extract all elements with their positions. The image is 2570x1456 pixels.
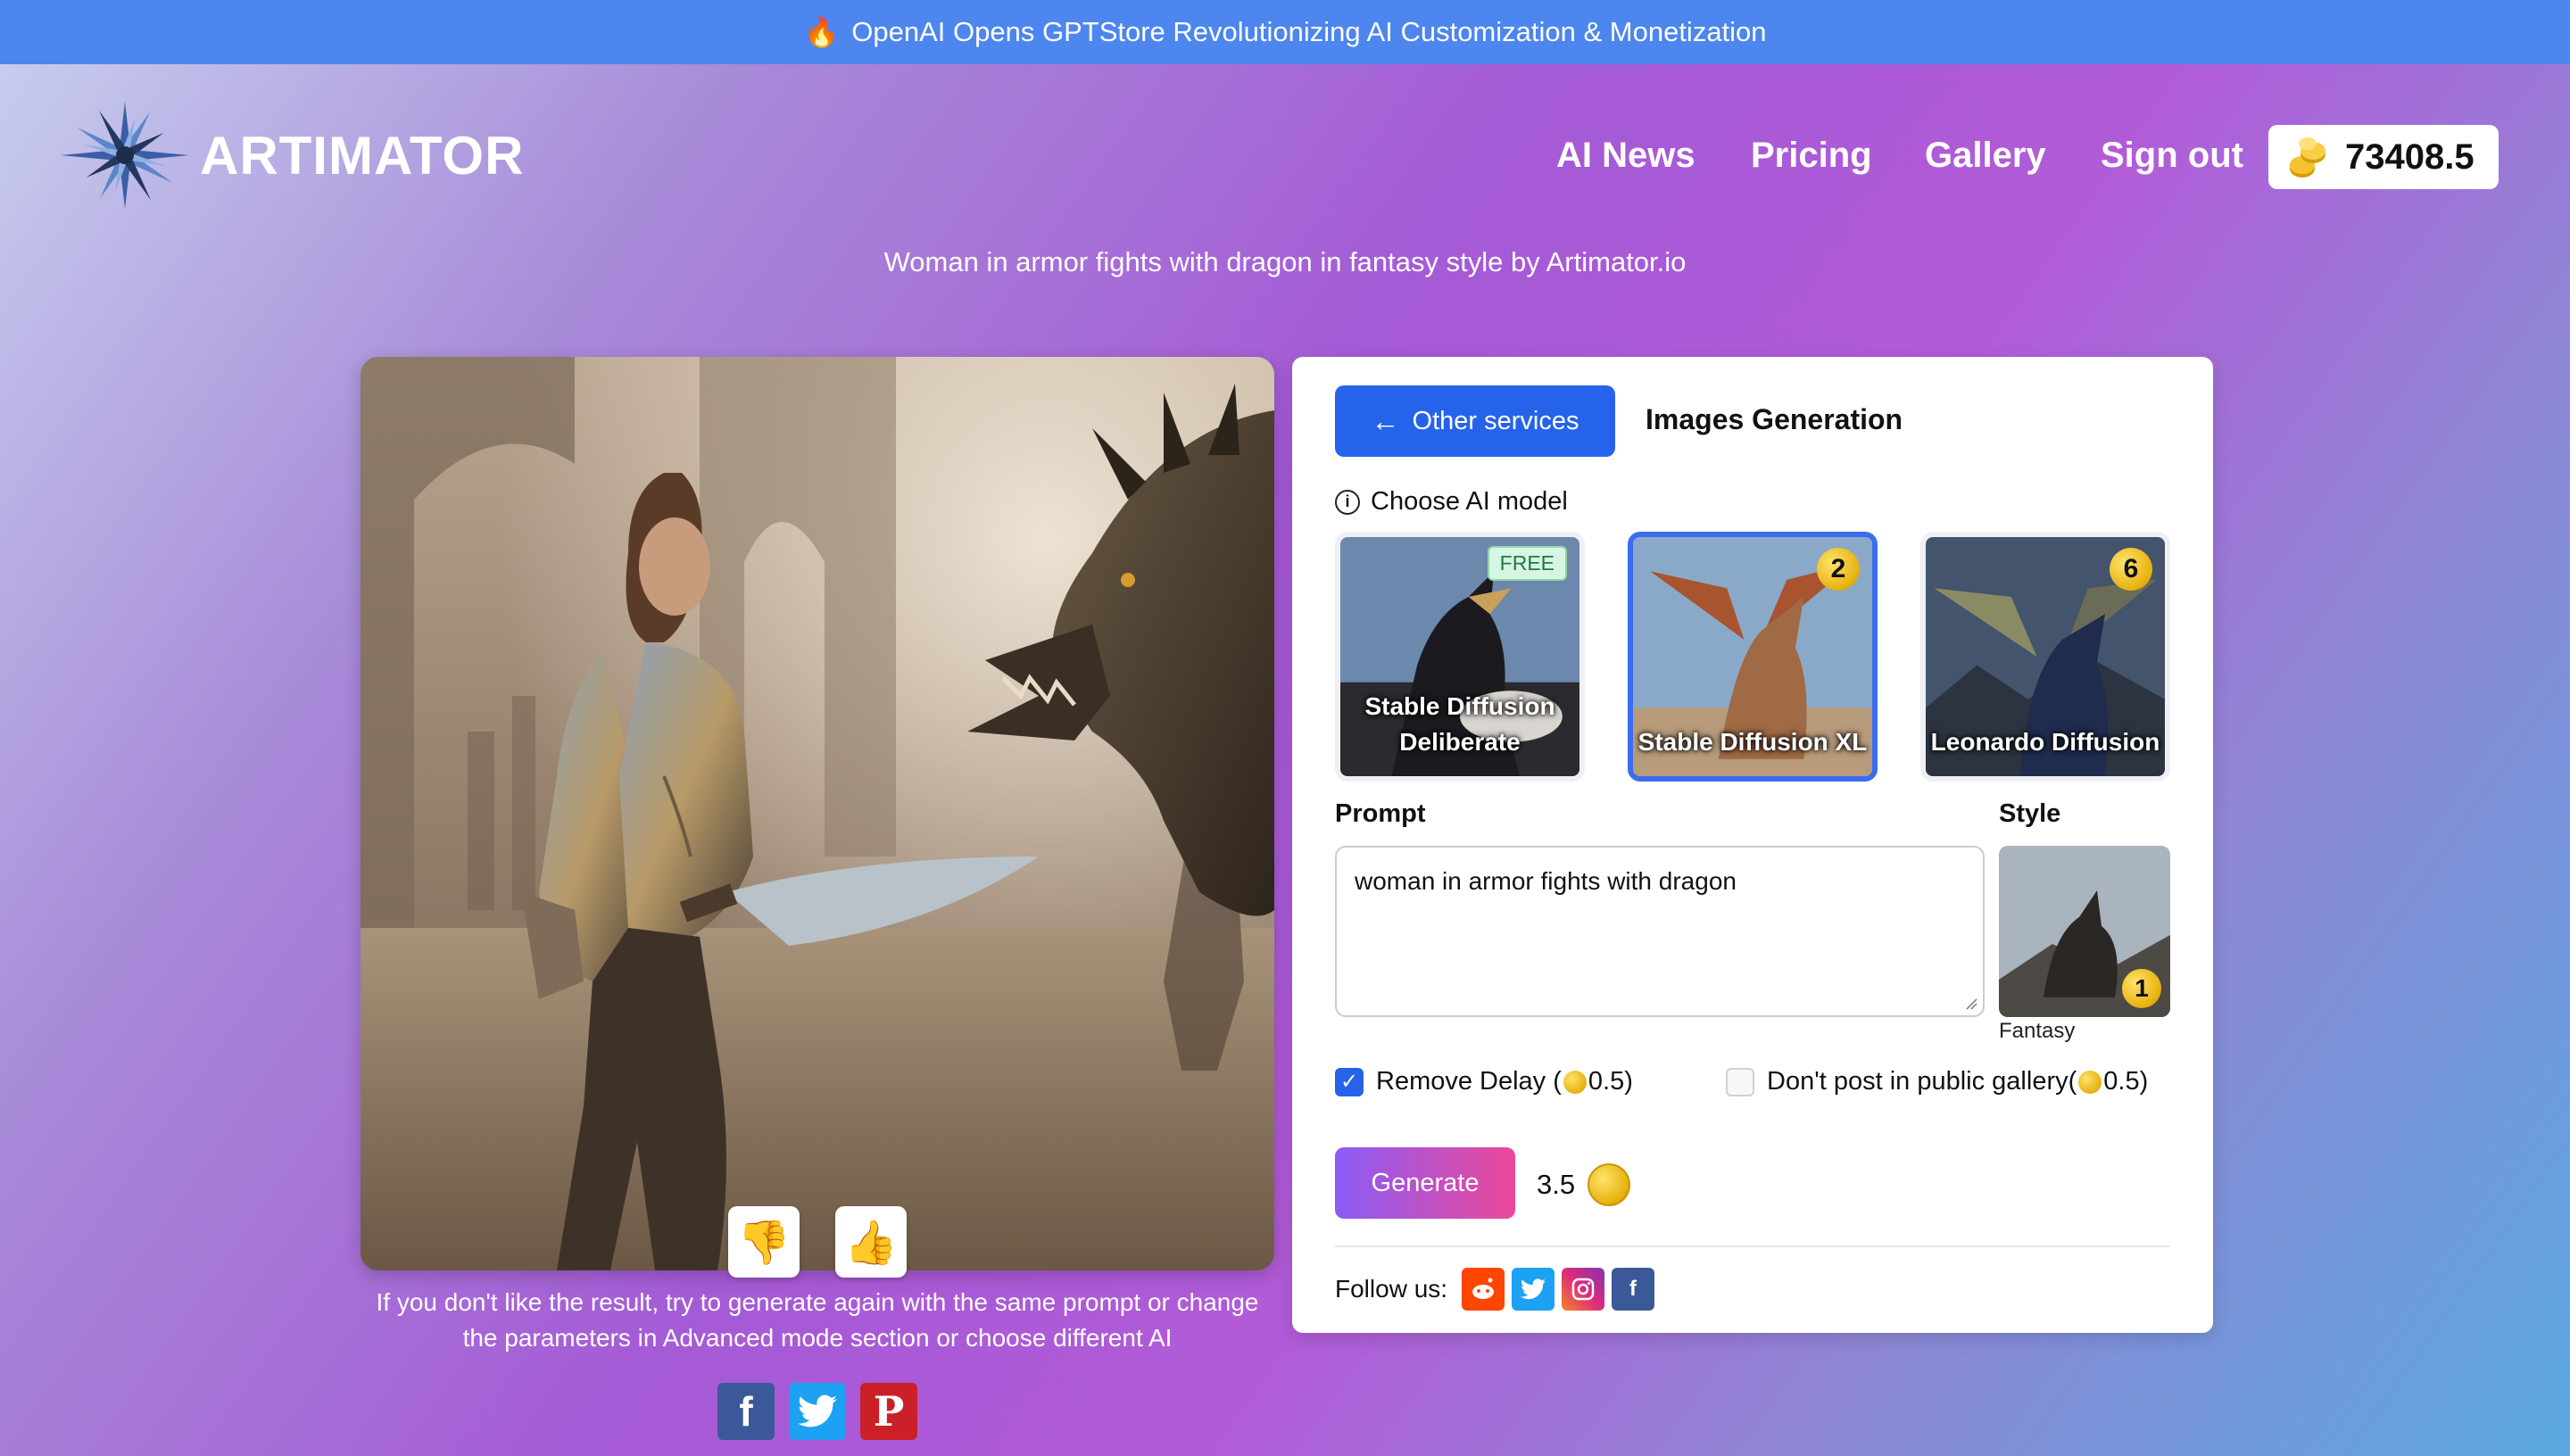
nav-ai-news[interactable]: AI News	[1556, 136, 1695, 176]
no-public-gallery-option[interactable]: Don't post in public gallery( 0.5)	[1726, 1067, 2148, 1096]
thumbs-up-icon: 👍	[844, 1219, 898, 1267]
model-badge-free: FREE	[1487, 546, 1567, 581]
other-services-button[interactable]: ← Other services	[1335, 385, 1615, 457]
resize-handle-icon[interactable]	[1965, 997, 1977, 1010]
no-public-label-post: 0.5)	[2103, 1067, 2149, 1096]
style-card-fantasy[interactable]: 1	[1999, 846, 2170, 1017]
announcement-text: OpenAI Opens GPTStore Revolutionizing AI…	[851, 16, 1767, 47]
remove-delay-label-pre: Remove Delay (	[1376, 1067, 1562, 1096]
fire-icon: 🔥	[803, 16, 840, 48]
pinterest-icon: P	[873, 1387, 905, 1435]
info-icon[interactable]: i	[1335, 489, 1360, 515]
model-name: Stable Diffusion XL	[1637, 728, 1868, 756]
model-name: Leonardo Diffusion	[1930, 728, 2160, 756]
coin-icon	[1588, 1163, 1631, 1206]
generate-button[interactable]: Generate	[1335, 1147, 1515, 1219]
style-cost-badge: 1	[2122, 969, 2161, 1008]
facebook-icon[interactable]: f	[1612, 1268, 1655, 1311]
model-card-stable-diffusion-xl[interactable]: 2 Stable Diffusion XL	[1628, 532, 1878, 782]
instagram-icon[interactable]	[1562, 1268, 1605, 1311]
nav-sign-out[interactable]: Sign out	[2101, 136, 2243, 176]
share-pinterest-button[interactable]: P	[860, 1383, 917, 1440]
model-name: Stable Diffusion Deliberate	[1364, 692, 1555, 756]
announcement-bar[interactable]: 🔥 OpenAI Opens GPTStore Revolutionizing …	[0, 0, 2570, 64]
no-public-gallery-checkbox[interactable]	[1726, 1067, 1754, 1096]
reddit-icon[interactable]	[1462, 1268, 1505, 1311]
no-public-label-pre: Don't post in public gallery(	[1767, 1067, 2077, 1096]
page-subtitle: Woman in armor fights with dragon in fan…	[883, 246, 1687, 277]
generation-cost: 3.5	[1537, 1163, 1631, 1206]
choose-model-label: Choose AI model	[1371, 487, 1568, 516]
model-card-stable-diffusion-deliberate[interactable]: FREE Stable Diffusion Deliberate	[1335, 532, 1585, 782]
share-twitter-button[interactable]	[789, 1383, 846, 1440]
model-cost-badge: 6	[2110, 548, 2152, 591]
remove-delay-option[interactable]: ✓ Remove Delay ( 0.5)	[1335, 1067, 1633, 1096]
prompt-textarea[interactable]: woman in armor fights with dragon	[1335, 846, 1985, 1017]
balance-value: 73408.5	[2345, 136, 2475, 177]
balance-badge[interactable]: 73408.5	[2268, 125, 2499, 189]
prompt-label: Prompt	[1335, 799, 1426, 828]
divider	[1335, 1245, 2170, 1247]
generated-image-art	[361, 357, 1274, 1270]
dislike-button[interactable]: 👎	[728, 1206, 800, 1278]
generated-image[interactable]	[361, 357, 1274, 1270]
like-button[interactable]: 👍	[835, 1206, 907, 1278]
cost-value: 3.5	[1537, 1169, 1576, 1200]
other-services-label: Other services	[1412, 406, 1579, 435]
panel-title: Images Generation	[1646, 403, 1903, 435]
nav-gallery[interactable]: Gallery	[1925, 136, 2046, 176]
style-label: Style	[1999, 799, 2061, 828]
thumbs-down-icon: 👎	[737, 1219, 791, 1267]
model-cost-badge: 2	[1817, 548, 1860, 591]
facebook-icon: f	[739, 1388, 753, 1435]
model-card-leonardo-diffusion[interactable]: 6 Leonardo Diffusion	[1920, 532, 2170, 782]
share-facebook-button[interactable]: f	[717, 1383, 775, 1440]
result-hint: If you don't like the result, try to gen…	[376, 1288, 1259, 1352]
main-nav: AI News Pricing Gallery Sign out	[0, 125, 2570, 189]
twitter-icon	[798, 1394, 837, 1427]
arrow-left-icon: ←	[1371, 404, 1400, 437]
coin-icon	[1563, 1070, 1587, 1094]
coin-icon	[2078, 1070, 2102, 1094]
twitter-icon[interactable]	[1512, 1268, 1555, 1311]
choose-model-label-row: i Choose AI model	[1335, 487, 1568, 517]
follow-label: Follow us:	[1335, 1275, 1448, 1303]
coins-icon	[2290, 137, 2325, 178]
prompt-value: woman in armor fights with dragon	[1355, 867, 1737, 895]
remove-delay-checkbox[interactable]: ✓	[1335, 1067, 1364, 1096]
nav-pricing[interactable]: Pricing	[1751, 136, 1872, 176]
generation-form: ← Other services Images Generation i Cho…	[1292, 357, 2213, 1333]
remove-delay-label-post: 0.5)	[1588, 1067, 1633, 1096]
style-name: Fantasy	[1999, 1019, 2076, 1043]
follow-us: Follow us: f	[1335, 1267, 1655, 1311]
